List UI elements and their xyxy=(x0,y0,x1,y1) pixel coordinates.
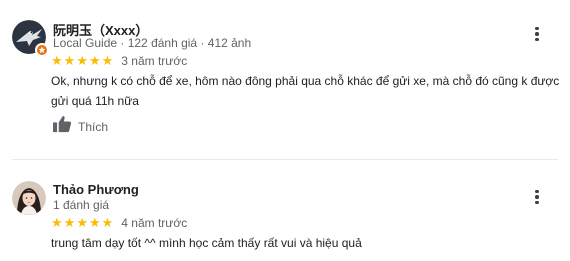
local-guide-star-icon xyxy=(35,43,49,57)
review-card: 阮明玉（Xxxx） Local Guide · 122 đánh giá · 4… xyxy=(0,0,570,160)
star-icon: ★ xyxy=(51,53,63,68)
star-icon: ★ xyxy=(51,215,63,230)
review-time: 4 năm trước xyxy=(121,216,188,230)
star-icon: ★ xyxy=(101,53,114,68)
reviewer-avatar[interactable] xyxy=(12,181,46,215)
star-icon: ★ xyxy=(76,53,88,68)
reviewer-avatar[interactable] xyxy=(12,20,49,57)
more-vert-icon xyxy=(535,189,539,194)
star-icon: ★ xyxy=(63,215,76,230)
reviewer-name[interactable]: Thảo Phương xyxy=(53,182,139,197)
review-text: Ok, nhưng k có chỗ để xe, hôm nào đông p… xyxy=(51,74,560,108)
star-icon: ★ xyxy=(101,215,114,230)
star-icon: ★ xyxy=(63,53,76,68)
review-time: 3 năm trước xyxy=(121,54,188,68)
star-icon: ★ xyxy=(88,53,101,68)
reviewer-meta: Local Guide · 122 đánh giá · 412 ảnh xyxy=(53,36,252,50)
like-label: Thích xyxy=(78,119,109,134)
review-text: trung tâm dạy tốt ^^ mình học cảm thấy r… xyxy=(51,236,362,250)
rating-row: ★ ★ ★ ★ ★ 4 năm trước xyxy=(51,216,188,231)
star-rating: ★ ★ ★ ★ ★ xyxy=(51,216,113,230)
more-vert-icon-dot xyxy=(535,37,539,42)
review-card: Thảo Phương 1 đánh giá ★ ★ ★ ★ ★ 4 năm t… xyxy=(0,160,570,261)
star-rating: ★ ★ ★ ★ ★ xyxy=(51,54,113,68)
star-icon: ★ xyxy=(88,215,101,230)
more-vert-icon-dot xyxy=(535,195,539,199)
star-icon: ★ xyxy=(76,215,88,230)
more-options-button[interactable] xyxy=(530,25,544,43)
rating-row: ★ ★ ★ ★ ★ 3 năm trước xyxy=(51,54,188,69)
profile-photo-avatar-icon xyxy=(12,181,46,215)
more-options-button[interactable] xyxy=(530,188,544,206)
more-vert-icon xyxy=(535,26,539,31)
like-button[interactable]: Thích xyxy=(52,115,108,138)
thumbs-up-icon xyxy=(52,115,72,138)
reviewer-meta: 1 đánh giá xyxy=(53,198,110,212)
more-vert-icon-dot xyxy=(535,200,539,205)
more-vert-icon-dot xyxy=(535,32,539,36)
